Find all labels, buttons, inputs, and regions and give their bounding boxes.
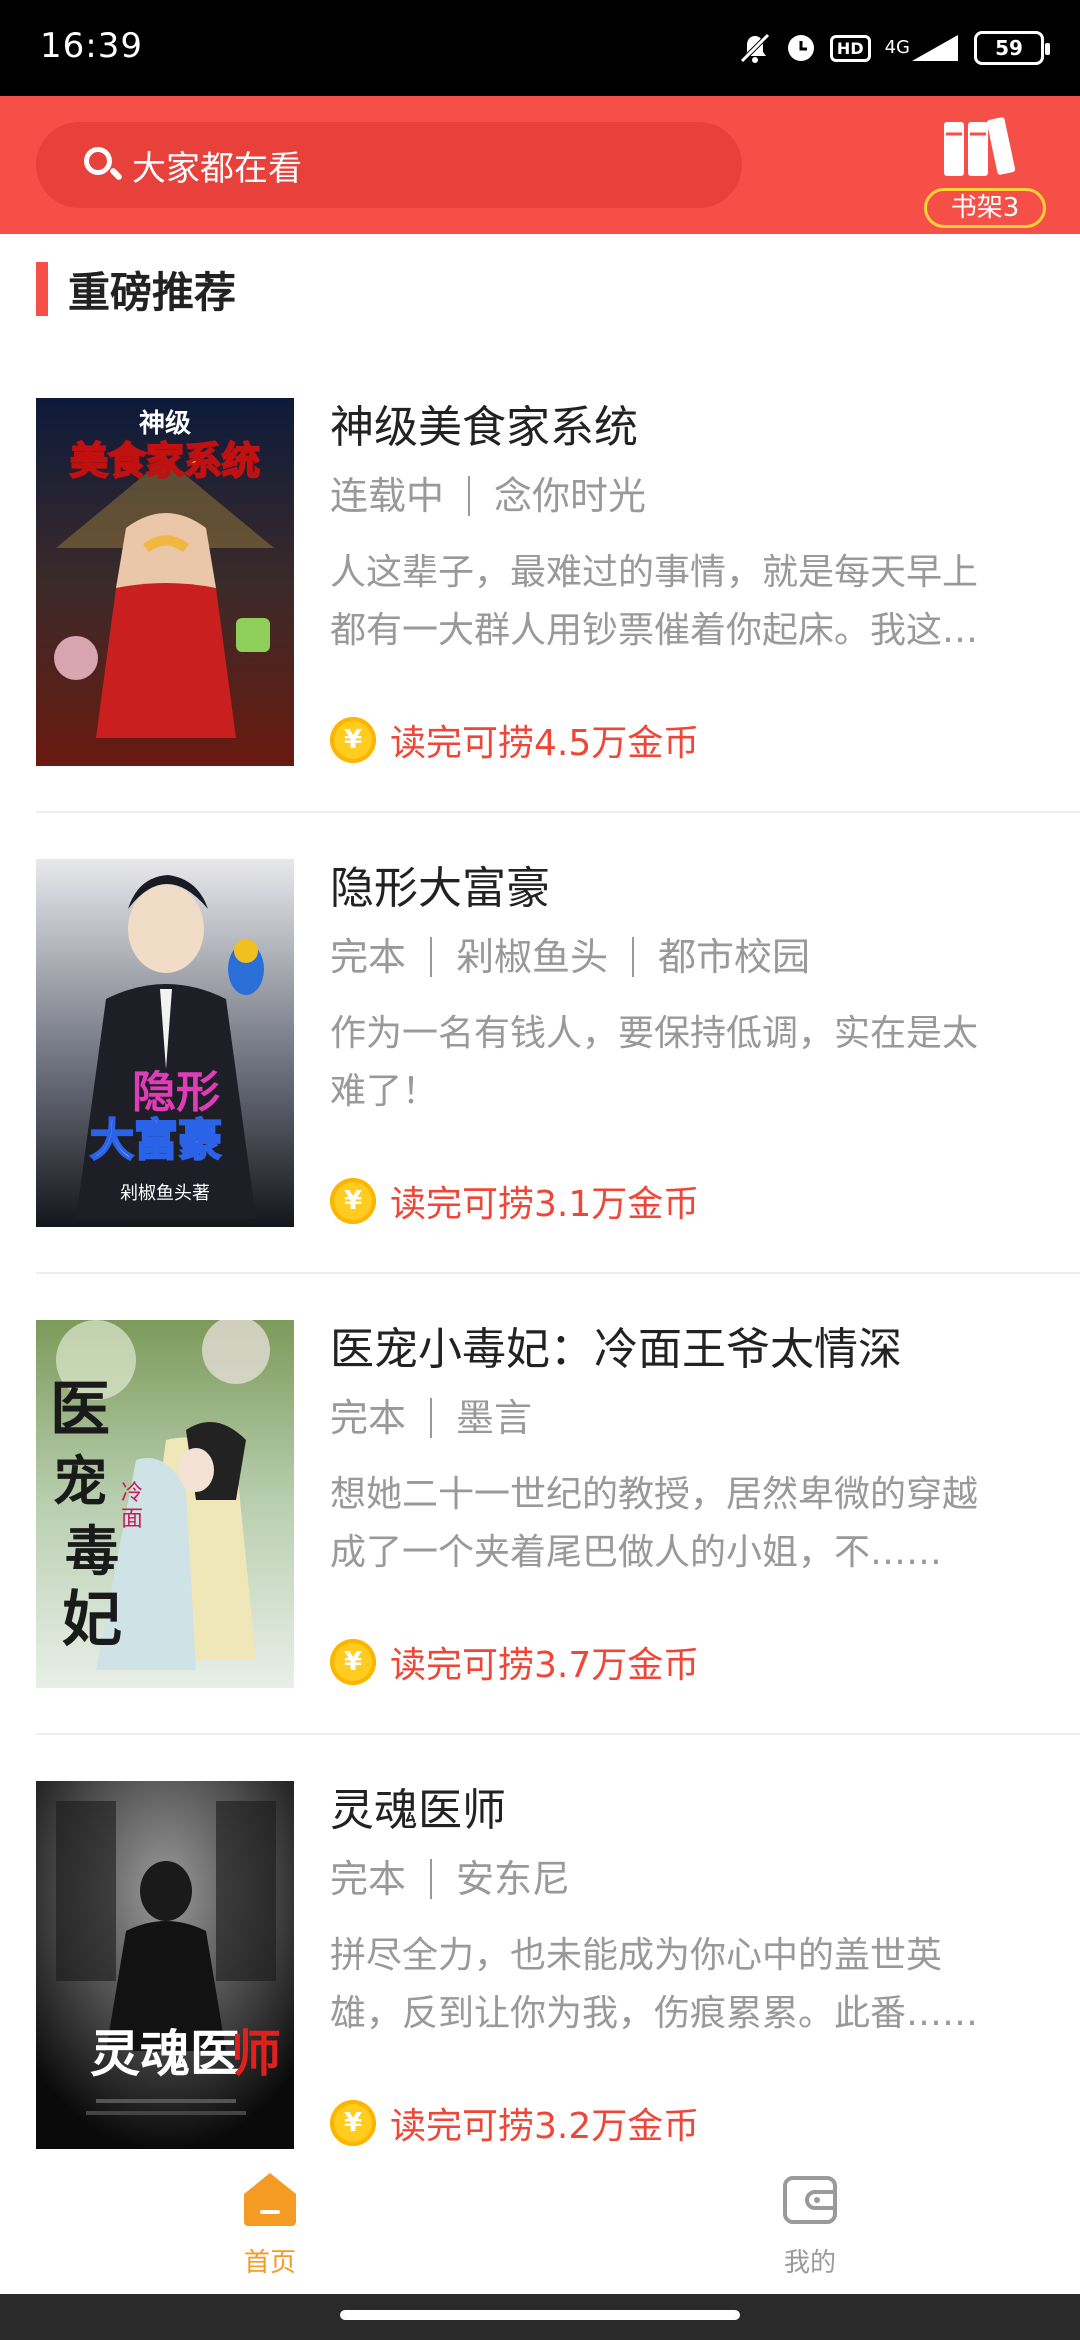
bookshelf-button[interactable]: 书架3 [920, 108, 1050, 228]
search-bar[interactable]: 大家都在看 [36, 122, 742, 208]
cover-title-top: 隐形 [132, 1067, 220, 1118]
book-meta: 连载中 念你时光 [330, 468, 1030, 524]
search-placeholder: 大家都在看 [132, 148, 302, 189]
svg-text:灵魂医: 灵魂医 [90, 2024, 240, 2083]
book-info: 神级美食家系统 连载中 念你时光 人这辈子，最难过的事情，就是每天早上都有一大群… [330, 398, 1030, 660]
book-author: 安东尼 [456, 1857, 571, 1901]
book-list: 神级 美食家系统 神级美食家系统 连载中 念你时光 人这辈子，最难过的事情，就是… [0, 352, 1080, 2196]
book-description: 人这辈子，最难过的事情，就是每天早上都有一大群人用钞票催着你起床。我这辈子，最难… [330, 552, 979, 651]
battery-level: 59 [995, 36, 1023, 60]
book-item[interactable]: 灵魂医 师 灵魂医师 完本 安东尼 拼尽全力，也未能成为你心中的盖世英雄，反到让… [0, 1735, 1080, 2196]
book-item[interactable]: 隐形 大富豪 剁椒鱼头著 隐形大富豪 完本 剁椒鱼头 都市校园 作为一名有钱人，… [0, 813, 1080, 1274]
status-icons: HD 4G 59 [738, 24, 1050, 72]
svg-text:美食家系统: 美食家系统 [70, 439, 260, 483]
svg-text:师: 师 [231, 2024, 281, 2083]
svg-text:大富豪: 大富豪 [90, 1115, 222, 1166]
book-info: 灵魂医师 完本 安东尼 拼尽全力，也未能成为你心中的盖世英雄，反到让你为我，伤痕… [330, 1781, 1030, 2043]
book-reward: ¥ 读完可捞3.7万金币 [330, 1636, 699, 1688]
system-gesture-area [0, 2294, 1080, 2340]
book-status: 完本 [330, 1857, 407, 1901]
book-title: 隐形大富豪 [330, 863, 550, 914]
status-bar: 16:39 HD 4G 59 [0, 0, 1080, 96]
book-description: 作为一名有钱人，要保持低调，实在是太难了！ [330, 1013, 979, 1112]
reward-text: 读完可捞3.2万金币 [390, 2106, 700, 2147]
book-meta: 完本 墨言 [330, 1390, 1030, 1446]
book-meta: 完本 安东尼 [330, 1851, 1030, 1907]
signal-4g-icon: 4G [885, 33, 960, 63]
book-info: 医宠小毒妃：冷面王爷太情深 完本 墨言 想她二十一世纪的教授，居然卑微的穿越成了… [330, 1320, 1030, 1582]
section-header: 重磅推荐 [36, 262, 236, 317]
book-cover[interactable]: 隐形 大富豪 剁椒鱼头著 [36, 859, 294, 1227]
book-item[interactable]: 神级 美食家系统 神级美食家系统 连载中 念你时光 人这辈子，最难过的事情，就是… [0, 352, 1080, 813]
book-author: 墨言 [456, 1396, 533, 1440]
svg-text:毒: 毒 [65, 1519, 119, 1583]
book-description: 拼尽全力，也未能成为你心中的盖世英雄，反到让你为我，伤痕累累。此番…… [330, 1935, 979, 2034]
nav-mine-label: 我的 [783, 2248, 836, 2278]
book-meta: 完本 剁椒鱼头 都市校园 [330, 929, 1030, 985]
svg-text:神级: 神级 [139, 408, 191, 439]
book-category: 都市校园 [658, 935, 811, 979]
book-title: 医宠小毒妃：冷面王爷太情深 [330, 1324, 902, 1375]
coin-icon: ¥ [330, 2100, 376, 2146]
search-icon [82, 145, 124, 185]
meta-separator [430, 1859, 433, 1899]
book-description: 想她二十一世纪的教授，居然卑微的穿越成了一个夹着尾巴做人的小姐，不…… [330, 1474, 979, 1573]
reward-text: 读完可捞3.7万金币 [390, 1645, 700, 1686]
home-icon [244, 2173, 296, 2226]
nav-mine[interactable]: 我的 [710, 2170, 910, 2280]
app-header: 大家都在看 书架3 [0, 96, 1080, 234]
svg-text:冷: 冷 [121, 1481, 143, 1506]
coin-icon: ¥ [330, 1639, 376, 1685]
svg-text:宠: 宠 [53, 1449, 107, 1513]
book-status: 完本 [330, 935, 407, 979]
book-reward: ¥ 读完可捞3.2万金币 [330, 2097, 699, 2149]
meta-separator [430, 1398, 433, 1438]
book-item[interactable]: 医 宠 毒 妃 冷 面 医宠小毒妃：冷面王爷太情深 完本 墨言 想她二十一世纪的… [0, 1274, 1080, 1735]
book-title: 灵魂医师 [330, 1785, 506, 1836]
section-title: 重磅推荐 [68, 267, 237, 317]
wallet-icon [783, 2176, 837, 2224]
meta-separator [468, 476, 471, 516]
mute-icon [738, 31, 772, 65]
book-status: 完本 [330, 1396, 407, 1440]
svg-text:医: 医 [50, 1375, 110, 1445]
battery-icon: 59 [974, 31, 1050, 65]
meta-separator [430, 937, 433, 977]
reward-text: 读完可捞3.1万金币 [390, 1184, 700, 1225]
alarm-icon [786, 33, 816, 63]
bookshelf-badge: 书架3 [924, 188, 1046, 228]
network-label: 4G [884, 37, 910, 58]
svg-text:面: 面 [121, 1507, 143, 1532]
cover-author: 剁椒鱼头著 [120, 1183, 210, 1204]
meta-separator [632, 937, 635, 977]
nav-home-label: 首页 [243, 2248, 296, 2278]
coin-icon: ¥ [330, 1178, 376, 1224]
svg-text:妃: 妃 [62, 1585, 122, 1655]
nav-home[interactable]: 首页 [170, 2170, 370, 2280]
hd-icon: HD [829, 34, 871, 62]
book-author: 剁椒鱼头 [456, 935, 609, 979]
status-time: 16:39 [40, 26, 143, 66]
book-cover[interactable]: 灵魂医 师 [36, 1781, 294, 2149]
book-info: 隐形大富豪 完本 剁椒鱼头 都市校园 作为一名有钱人，要保持低调，实在是太难了！ [330, 859, 1030, 1121]
book-reward: ¥ 读完可捞3.1万金币 [330, 1175, 699, 1227]
bookshelf-icon [944, 117, 1016, 176]
book-reward: ¥ 读完可捞4.5万金币 [330, 714, 699, 766]
book-cover[interactable]: 医 宠 毒 妃 冷 面 [36, 1320, 294, 1688]
book-title: 神级美食家系统 [330, 402, 638, 453]
bottom-nav: 首页 我的 [0, 2150, 1080, 2290]
book-cover[interactable]: 神级 美食家系统 [36, 398, 294, 766]
book-author: 念你时光 [494, 474, 647, 518]
book-status: 连载中 [330, 474, 445, 518]
coin-icon: ¥ [330, 717, 376, 763]
reward-text: 读完可捞4.5万金币 [390, 723, 700, 764]
section-accent-bar [36, 262, 48, 316]
home-gesture-handle[interactable] [340, 2310, 740, 2320]
